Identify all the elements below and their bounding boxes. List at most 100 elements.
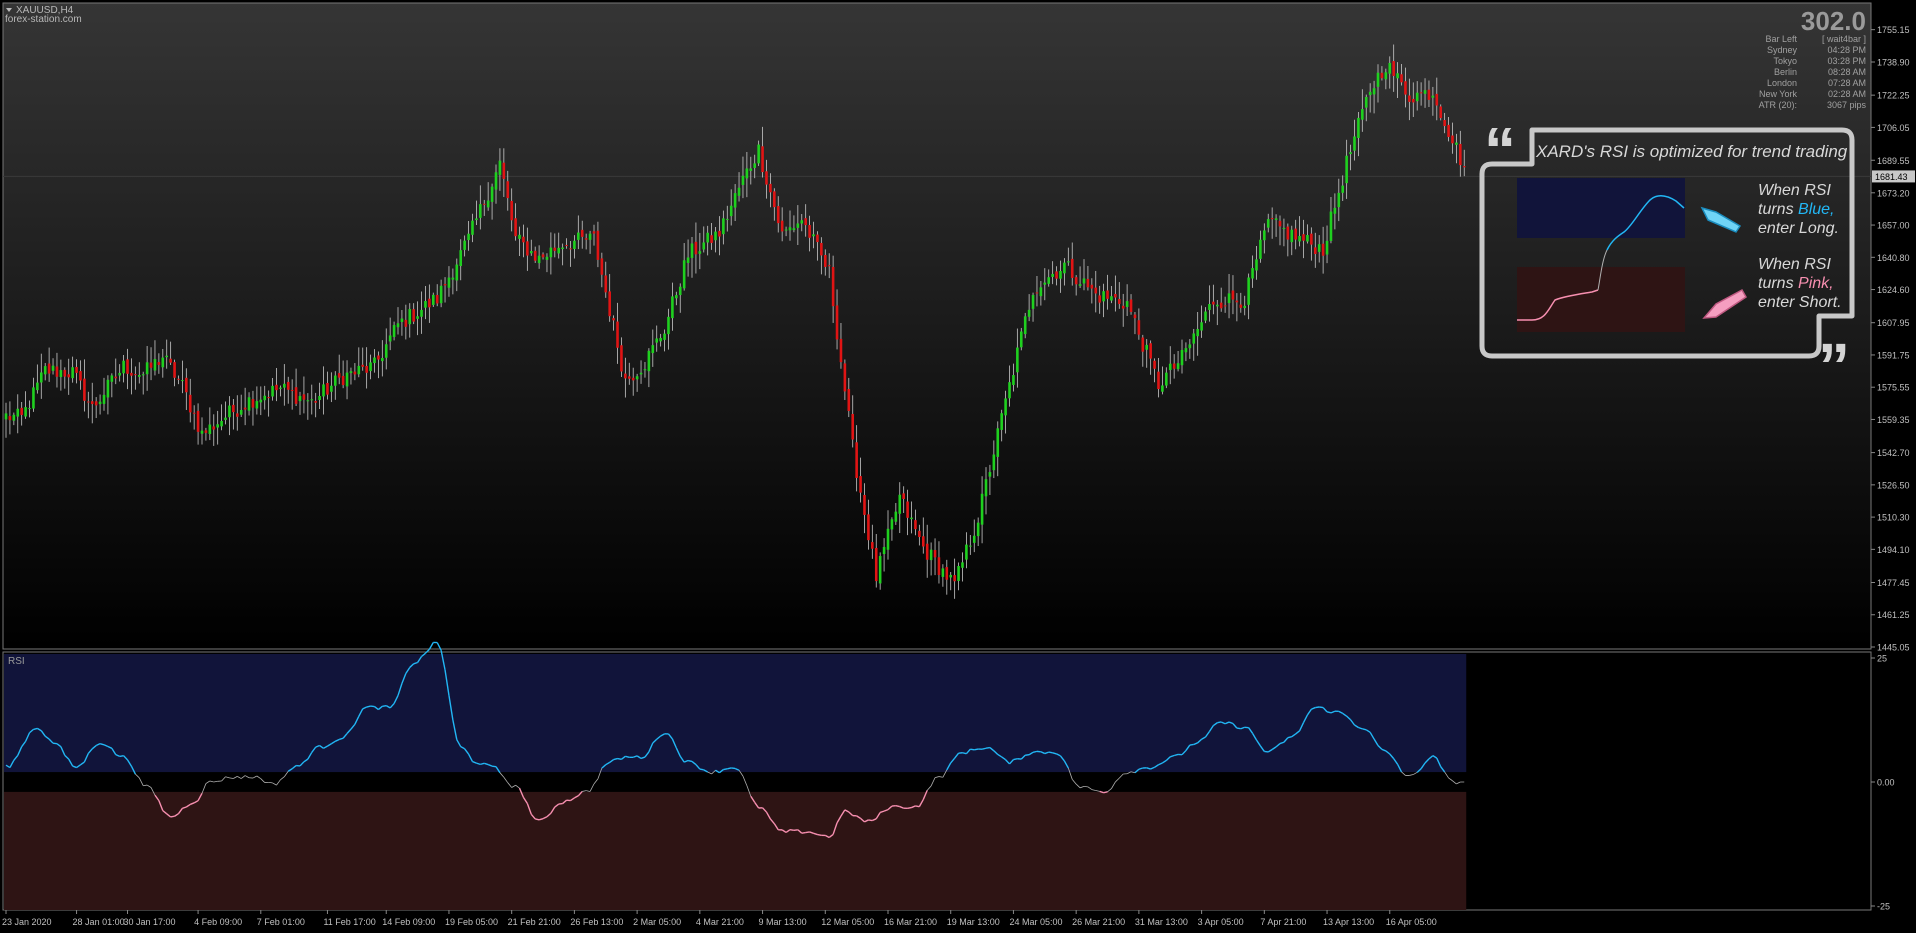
candle-body xyxy=(800,220,804,224)
candle-body xyxy=(976,522,980,537)
candle-body xyxy=(1051,273,1054,277)
candle-body xyxy=(298,396,302,402)
rsi-segment xyxy=(33,727,38,731)
candle-body xyxy=(1176,363,1180,370)
candle-body xyxy=(255,401,259,409)
candle-body xyxy=(780,220,784,232)
candle-body xyxy=(1306,235,1309,242)
rsi-segment xyxy=(1048,751,1053,754)
candle-body xyxy=(1023,316,1027,335)
candle-body xyxy=(263,395,267,401)
rsi-segment xyxy=(962,752,967,755)
candle-body xyxy=(1333,207,1337,214)
info-row-value: [ wait4bar ] xyxy=(1822,34,1866,44)
candle-body xyxy=(874,547,878,582)
candle-body xyxy=(20,407,23,415)
candle-body xyxy=(455,264,459,281)
candle-body xyxy=(1435,93,1439,106)
candle-body xyxy=(1223,305,1227,307)
candle-body xyxy=(1419,92,1423,94)
candle-body xyxy=(467,233,470,241)
time-tick-label: 23 Jan 2020 xyxy=(2,917,52,927)
candle-body xyxy=(1353,136,1356,151)
rsi-bear-zone xyxy=(4,791,1467,910)
candle-body xyxy=(765,171,768,185)
callout-blue-zone xyxy=(1517,178,1685,238)
candle-body xyxy=(1294,228,1297,240)
long-line-3: enter Long. xyxy=(1758,220,1839,237)
rsi-segment xyxy=(1287,736,1292,739)
candle-body xyxy=(1243,305,1247,309)
candle-body xyxy=(769,183,772,193)
candle-body xyxy=(471,220,474,235)
candle-body xyxy=(557,247,561,254)
rsi-segment xyxy=(981,747,987,750)
rsi-segment xyxy=(793,829,798,831)
candle-body xyxy=(686,257,690,263)
candle-body xyxy=(290,389,294,391)
candle-body xyxy=(479,204,482,218)
candle-body xyxy=(235,413,239,417)
candle-body xyxy=(647,350,651,372)
candle-body xyxy=(1408,95,1411,102)
candle-body xyxy=(706,232,709,243)
rsi-segment xyxy=(727,767,732,770)
candle-body xyxy=(961,562,964,568)
candle-body xyxy=(804,218,807,226)
candle-body xyxy=(369,362,372,372)
candle-body xyxy=(796,223,800,228)
info-row-label: ATR (20): xyxy=(1759,100,1797,110)
rsi-segment xyxy=(731,767,736,770)
candle-body xyxy=(514,218,517,237)
candle-body xyxy=(600,258,604,275)
candle-body xyxy=(1004,398,1007,416)
candle-body xyxy=(753,163,757,168)
candle-body xyxy=(577,232,580,240)
candle-body xyxy=(631,377,635,381)
candle-body xyxy=(1078,284,1082,286)
price-tick-label: 1607.95 xyxy=(1877,318,1910,328)
candle-body xyxy=(243,407,247,410)
candle-body xyxy=(1231,290,1235,300)
info-row-label: New York xyxy=(1759,89,1798,99)
candle-body xyxy=(1325,240,1329,255)
candle-body xyxy=(835,305,839,340)
candle-body xyxy=(957,566,960,581)
candle-body xyxy=(126,359,129,374)
candle-body xyxy=(580,229,584,237)
price-tick-label: 1461.25 xyxy=(1877,610,1910,620)
candle-body xyxy=(941,568,945,577)
candle-body xyxy=(486,200,490,208)
candle-body xyxy=(773,191,776,208)
candle-body xyxy=(357,365,361,375)
candle-body xyxy=(428,298,431,308)
candle-body xyxy=(667,316,670,335)
candle-body xyxy=(208,424,212,435)
candle-body xyxy=(984,479,988,497)
candle-body xyxy=(94,401,98,406)
candle-body xyxy=(584,238,588,240)
price-tick-label: 1542.70 xyxy=(1877,448,1910,458)
candle-body xyxy=(506,181,510,199)
candle-body xyxy=(745,168,749,179)
rsi-segment xyxy=(268,782,273,784)
candle-body xyxy=(463,240,466,250)
rsi-segment xyxy=(974,748,979,751)
candle-body xyxy=(1270,218,1274,220)
candle-body xyxy=(459,250,463,267)
candle-body xyxy=(749,168,753,171)
candle-body xyxy=(1380,72,1384,79)
candle-body xyxy=(1404,81,1407,95)
rsi-segment xyxy=(868,819,873,822)
rsi-segment xyxy=(985,746,991,749)
candle-body xyxy=(1208,304,1211,310)
candle-body xyxy=(267,397,270,399)
candle-body xyxy=(247,397,251,411)
candle-body xyxy=(251,399,255,408)
candle-body xyxy=(439,285,443,304)
candle-body xyxy=(1337,192,1341,208)
rsi-segment xyxy=(617,757,622,761)
candle-body xyxy=(1196,329,1199,337)
candle-body xyxy=(377,355,380,360)
candle-body xyxy=(980,493,984,525)
